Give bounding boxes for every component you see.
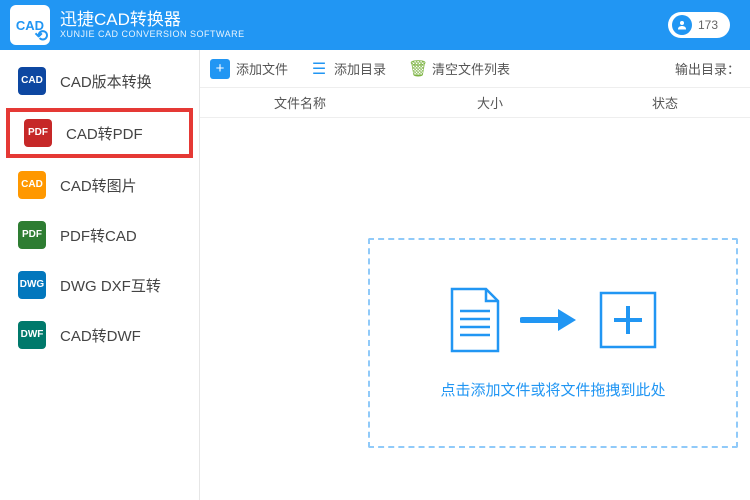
sidebar-item-label: CAD转PDF — [66, 123, 143, 144]
pdf-to-cad-icon: PDF — [18, 221, 46, 249]
sidebar-item-cad-to-image[interactable]: CAD CAD转图片 — [0, 160, 199, 210]
trash-icon: 🗑 — [408, 59, 426, 79]
sidebar-item-label: PDF转CAD — [60, 225, 137, 246]
main-panel: + 添加文件 ☰ 添加目录 🗑 清空文件列表 输出目录： 文件名称 大小 状态 — [200, 50, 750, 500]
list-icon: ☰ — [310, 59, 328, 79]
add-dir-label: 添加目录 — [334, 59, 386, 78]
cad-version-icon: CAD — [18, 67, 46, 95]
col-header-name: 文件名称 — [200, 93, 400, 112]
col-header-size: 大小 — [400, 93, 580, 112]
sidebar: CAD CAD版本转换 PDF CAD转PDF CAD CAD转图片 PDF P… — [0, 50, 200, 500]
output-dir-label: 输出目录： — [675, 59, 740, 78]
cad-to-pdf-icon: PDF — [24, 119, 52, 147]
app-logo-icon: CAD — [10, 5, 50, 45]
sidebar-item-label: CAD版本转换 — [60, 71, 152, 92]
output-dir-section[interactable]: 输出目录： — [675, 59, 740, 78]
app-header: CAD 迅捷CAD转换器 XUNJIE CAD CONVERSION SOFTW… — [0, 0, 750, 50]
sidebar-item-label: DWG DXF互转 — [60, 275, 161, 296]
cad-to-image-icon: CAD — [18, 171, 46, 199]
user-id-text: 173 — [698, 18, 718, 32]
user-avatar-icon — [672, 15, 692, 35]
add-target-icon — [598, 290, 658, 350]
sidebar-item-label: CAD转图片 — [60, 175, 137, 196]
add-file-label: 添加文件 — [236, 59, 288, 78]
dropzone-text: 点击添加文件或将文件拖拽到此处 — [440, 379, 665, 400]
arrow-right-icon — [520, 305, 580, 335]
sidebar-item-cad-to-dwf[interactable]: DWF CAD转DWF — [0, 310, 199, 360]
document-icon — [448, 287, 502, 353]
app-title: 迅捷CAD转换器 — [60, 11, 245, 30]
user-badge[interactable]: 173 — [668, 12, 730, 38]
file-dropzone[interactable]: 点击添加文件或将文件拖拽到此处 — [368, 238, 738, 448]
sidebar-item-pdf-to-cad[interactable]: PDF PDF转CAD — [0, 210, 199, 260]
sidebar-item-dwg-dxf[interactable]: DWG DWG DXF互转 — [0, 260, 199, 310]
plus-icon: + — [210, 59, 230, 79]
clear-list-label: 清空文件列表 — [432, 59, 510, 78]
add-file-button[interactable]: + 添加文件 — [210, 59, 288, 79]
sidebar-item-cad-version[interactable]: CAD CAD版本转换 — [0, 56, 199, 106]
dwg-dxf-icon: DWG — [18, 271, 46, 299]
sidebar-item-label: CAD转DWF — [60, 325, 141, 346]
clear-list-button[interactable]: 🗑 清空文件列表 — [408, 59, 510, 79]
col-header-status: 状态 — [580, 93, 750, 112]
app-subtitle: XUNJIE CAD CONVERSION SOFTWARE — [60, 29, 245, 39]
toolbar: + 添加文件 ☰ 添加目录 🗑 清空文件列表 输出目录： — [200, 50, 750, 88]
sidebar-item-cad-to-pdf[interactable]: PDF CAD转PDF — [6, 108, 193, 158]
add-dir-button[interactable]: ☰ 添加目录 — [310, 59, 386, 79]
dropzone-illustration — [448, 287, 658, 353]
column-headers: 文件名称 大小 状态 — [200, 88, 750, 118]
cad-to-dwf-icon: DWF — [18, 321, 46, 349]
app-title-block: 迅捷CAD转换器 XUNJIE CAD CONVERSION SOFTWARE — [60, 11, 245, 40]
